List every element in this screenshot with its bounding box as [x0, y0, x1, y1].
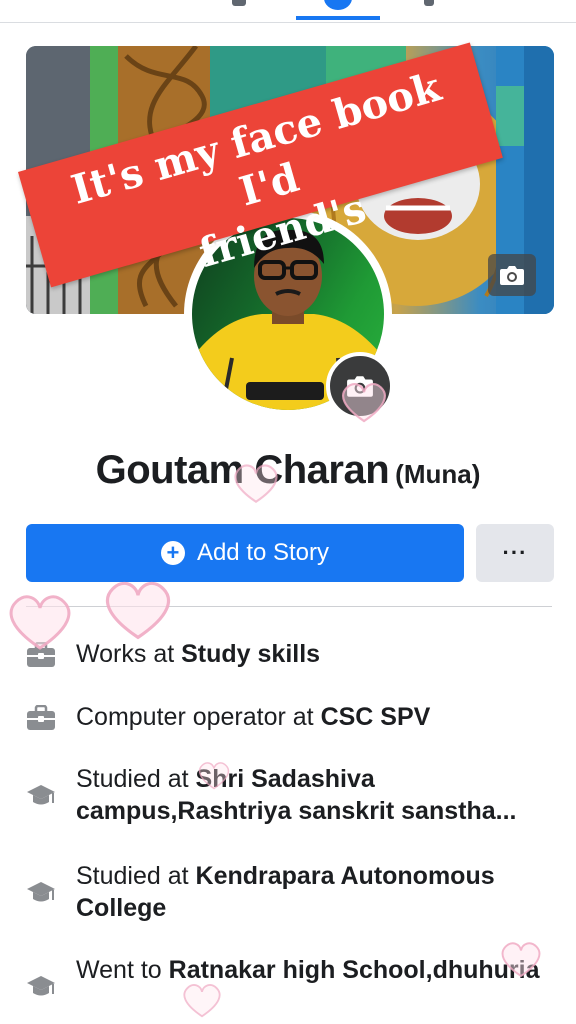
profile-display-name: Goutam Charan [95, 448, 390, 492]
briefcase-icon [27, 705, 55, 730]
edit-profile-picture-camera-button[interactable] [326, 352, 394, 420]
profile-nickname: (Muna) [395, 459, 481, 489]
graduation-cap-icon [27, 785, 55, 805]
more-options-button[interactable]: ··· [476, 524, 554, 582]
info-text: Computer operator at CSC SPV [76, 703, 431, 731]
camera-icon [347, 376, 373, 397]
nav-icon[interactable] [232, 0, 246, 6]
more-dots-icon: ··· [502, 540, 528, 565]
briefcase-icon [27, 642, 55, 667]
active-tab-indicator [296, 16, 380, 20]
profile-page: It's my face book I'd friend's Goutam Ch… [0, 0, 576, 1024]
heart-sticker-icon [105, 581, 171, 640]
add-to-story-label: Add to Story [196, 539, 330, 566]
info-text: Studied at Shri Sadashiva campus,Rashtri… [76, 765, 517, 825]
camera-icon [500, 266, 524, 285]
add-to-story-button[interactable]: + Add to Story [26, 524, 464, 582]
info-text: Went to Ratnakar high School,dhuhuria [76, 956, 540, 984]
graduation-cap-icon [27, 882, 55, 902]
edit-cover-camera-button[interactable] [488, 254, 536, 296]
section-divider [26, 606, 552, 607]
info-text: Works at Study skills [76, 640, 321, 668]
profile-tab-icon[interactable] [324, 0, 352, 10]
graduation-cap-icon [27, 976, 55, 996]
profile-name: Goutam Charan (Muna) [0, 448, 576, 493]
top-nav-bar [0, 0, 576, 23]
info-text: Studied at Kendrapara Autonomous College [76, 862, 495, 922]
heart-sticker-icon [183, 984, 221, 1018]
plus-circle-icon: + [160, 541, 185, 565]
nav-icon[interactable] [424, 0, 434, 6]
